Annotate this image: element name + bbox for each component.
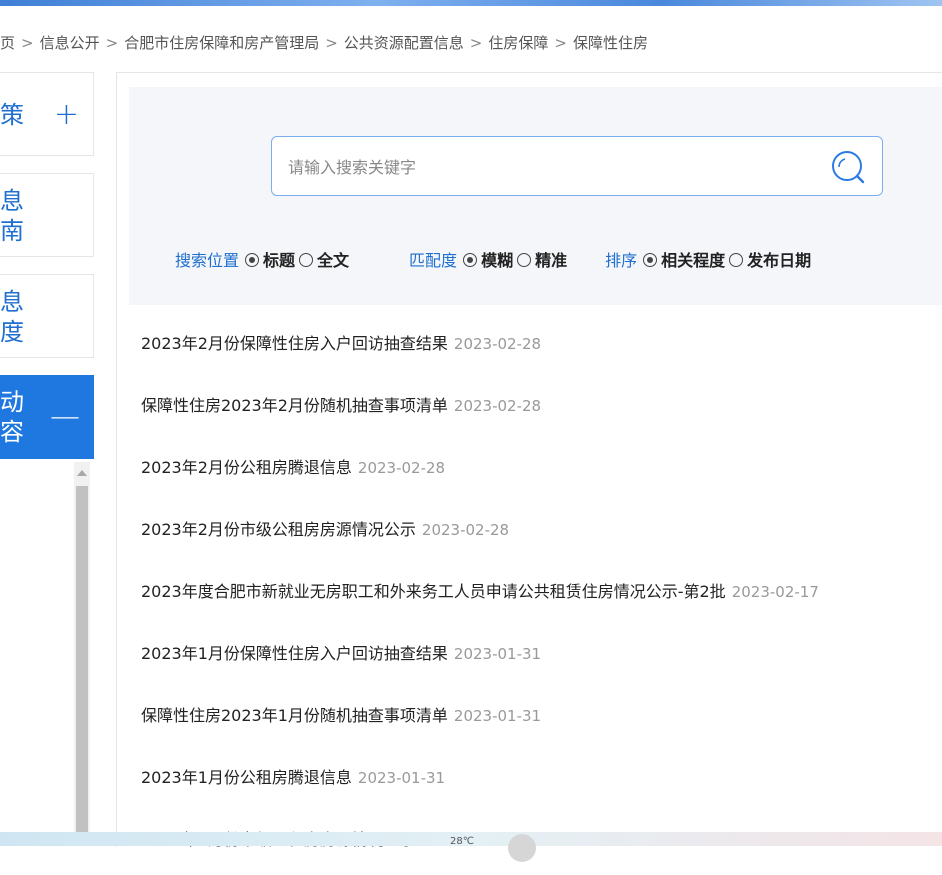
scroll-up-icon[interactable] (77, 470, 87, 476)
breadcrumb-public-resources[interactable]: 公共资源配置信息 (344, 34, 464, 52)
result-date: 2023-01-31 (453, 707, 542, 725)
option-title[interactable]: 标题 (263, 251, 295, 270)
result-link[interactable]: 2023年1月份保障性住房入户回访抽查结果 (141, 644, 448, 663)
main-content: 搜索位置 标题 全文 匹配度 模糊 精准 排序 相关程度 发布日期 2023年2月份保障性住房入… (116, 72, 942, 849)
breadcrumb-separator: > (469, 34, 483, 52)
list-item: 2023年1月份保障性住房入户回访抽查结果 2023-01-31 (141, 627, 942, 689)
minus-icon[interactable]: — (50, 402, 80, 432)
search-icon (832, 151, 865, 184)
result-link[interactable]: 2023年1月份公租房腾退信息 (141, 768, 352, 787)
result-date: 2023-01-31 (357, 769, 446, 787)
option-fulltext[interactable]: 全文 (317, 251, 349, 270)
result-date: 2023-01-31 (453, 645, 542, 663)
breadcrumb-info-public[interactable]: 信息公开 (40, 34, 100, 52)
sidebar-item-system[interactable]: 息 度 (0, 274, 94, 358)
scrollbar-thumb[interactable] (76, 486, 88, 846)
sidebar-item-policy[interactable]: 策 + (0, 72, 94, 156)
breadcrumb-home[interactable]: 页 (0, 34, 15, 52)
result-date: 2023-02-28 (357, 459, 446, 477)
sidebar-item-active-content[interactable]: 动 容 — (0, 375, 94, 459)
option-exact[interactable]: 精准 (535, 251, 567, 270)
sidebar-item-label: 动 容 (0, 388, 24, 446)
breadcrumb-separator: > (554, 34, 567, 52)
search-filters: 搜索位置 标题 全文 匹配度 模糊 精准 排序 相关程度 发布日期 (175, 247, 815, 271)
option-fuzzy[interactable]: 模糊 (481, 251, 513, 270)
search-position-label: 搜索位置 (175, 251, 240, 270)
list-item: 2023年度合肥市新就业无房职工和外来务工人员申请公共租赁住房情况公示-第2批 2… (141, 565, 942, 627)
sidebar-scrollbar[interactable] (74, 462, 90, 846)
breadcrumb-separator: > (105, 34, 119, 52)
result-link[interactable]: 2023年度合肥市新就业无房职工和外来务工人员申请公共租赁住房情况公示-第2批 (141, 582, 726, 601)
top-banner-strip (0, 0, 942, 6)
result-date: 2023-02-28 (421, 521, 510, 539)
list-item: 保障性住房2023年1月份随机抽查事项清单 2023-01-31 (141, 689, 942, 751)
result-link[interactable]: 保障性住房2023年2月份随机抽查事项清单 (141, 396, 448, 415)
results-list: 2023年2月份保障性住房入户回访抽查结果 2023-02-28 保障性住房202… (141, 317, 942, 875)
radio-title[interactable] (245, 253, 260, 267)
breadcrumb: 页 > 信息公开 > 合肥市住房保障和房产管理局 > 公共资源配置信息 > 住房保障 > 保障性住房 (0, 32, 648, 53)
sort-label: 排序 (605, 251, 638, 270)
option-publish-date[interactable]: 发布日期 (747, 251, 811, 270)
list-item: 保障性住房2023年2月份随机抽查事项清单 2023-02-28 (141, 379, 942, 441)
list-item: 2023年2月份公租房腾退信息 2023-02-28 (141, 441, 942, 503)
taskbar-circle-icon[interactable] (508, 834, 536, 862)
list-item: 2023年2月份保障性住房入户回访抽查结果 2023-02-28 (141, 317, 942, 379)
result-link[interactable]: 2023年2月份市级公租房房源情况公示 (141, 520, 416, 539)
search-button[interactable] (828, 147, 868, 187)
breadcrumb-affordable-housing[interactable]: 保障性住房 (573, 34, 648, 52)
result-link[interactable]: 2023年2月份公租房腾退信息 (141, 458, 352, 477)
plus-icon[interactable]: + (54, 100, 79, 130)
breadcrumb-housing-security[interactable]: 住房保障 (488, 34, 548, 52)
sidebar-item-label: 策 (0, 101, 24, 129)
result-date: 2023-02-28 (453, 397, 542, 415)
search-box (271, 136, 883, 196)
radio-fulltext[interactable] (299, 253, 314, 267)
radio-fuzzy[interactable] (463, 253, 478, 267)
breadcrumb-separator: > (21, 34, 34, 52)
weather-temperature: 28℃ (450, 836, 474, 847)
match-label: 匹配度 (409, 251, 458, 270)
result-link[interactable]: 2023年2月份保障性住房入户回访抽查结果 (141, 334, 448, 353)
radio-publish-date[interactable] (729, 253, 744, 267)
result-date: 2023-02-28 (453, 335, 542, 353)
sidebar-item-label: 息 南 (0, 187, 24, 245)
radio-relevance[interactable] (643, 253, 658, 267)
result-link[interactable]: 保障性住房2023年1月份随机抽查事项清单 (141, 706, 448, 725)
list-item: 2023年2月份市级公租房房源情况公示 2023-02-28 (141, 503, 942, 565)
option-relevance[interactable]: 相关程度 (661, 251, 725, 270)
search-panel: 搜索位置 标题 全文 匹配度 模糊 精准 排序 相关程度 发布日期 (129, 87, 942, 305)
result-date: 2023-02-17 (731, 583, 819, 601)
breadcrumb-housing-bureau[interactable]: 合肥市住房保障和房产管理局 (124, 34, 319, 52)
radio-exact[interactable] (517, 253, 532, 267)
breadcrumb-separator: > (325, 34, 338, 52)
sidebar-item-label: 息 度 (0, 288, 24, 346)
sidebar-item-guide[interactable]: 息 南 (0, 173, 94, 257)
search-input[interactable] (286, 151, 810, 183)
list-item: 2023年1月份公租房腾退信息 2023-01-31 (141, 751, 942, 813)
